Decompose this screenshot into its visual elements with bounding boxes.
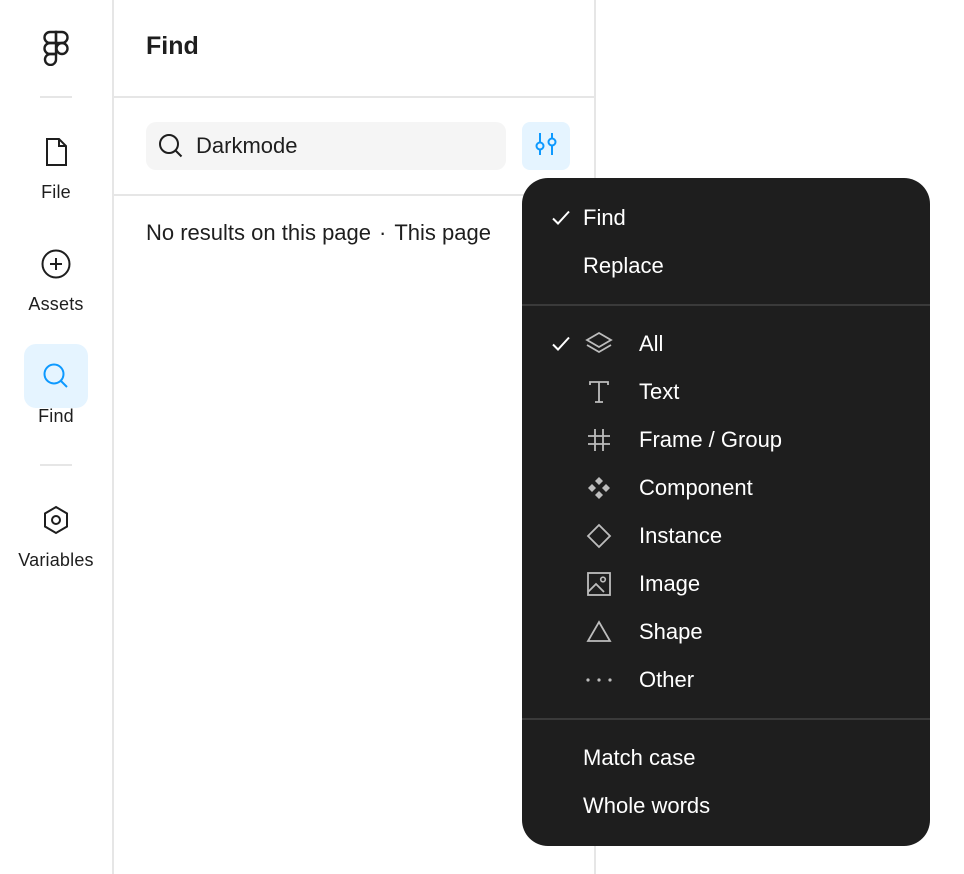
menu-item-label: Find: [583, 205, 626, 230]
menu-item-image[interactable]: Image: [522, 564, 930, 604]
rail-label-file: File: [41, 182, 71, 202]
rail-label-assets: Assets: [28, 294, 84, 314]
file-icon: [24, 120, 88, 184]
results-status: No results on this page · This page: [146, 220, 491, 246]
menu-item-find[interactable]: Find: [522, 198, 930, 238]
results-text: No results on this page: [146, 220, 372, 245]
search-input[interactable]: [194, 132, 488, 160]
menu-item-component[interactable]: Component: [522, 468, 930, 508]
rail-item-find[interactable]: Find: [0, 344, 112, 427]
menu-item-whole-words[interactable]: Whole words: [522, 786, 930, 826]
search-icon: [158, 133, 184, 159]
find-options-menu: Find Replace All Text Frame / Group Comp…: [522, 178, 930, 846]
panel-divider: [114, 194, 594, 196]
search-field[interactable]: [146, 122, 506, 170]
menu-item-label: Image: [639, 571, 701, 596]
menu-item-label: Shape: [639, 619, 703, 644]
left-rail: File Assets Find Variables: [0, 0, 114, 874]
search-icon: [24, 344, 88, 408]
menu-item-text[interactable]: Text: [522, 372, 930, 412]
rail-item-assets[interactable]: Assets: [0, 232, 112, 315]
instance-icon: [584, 521, 614, 551]
menu-item-instance[interactable]: Instance: [522, 516, 930, 556]
results-separator: ·: [379, 220, 387, 245]
rail-label-find: Find: [38, 406, 74, 426]
menu-item-label: Text: [639, 379, 680, 404]
menu-item-label: Instance: [639, 523, 723, 548]
panel-divider: [114, 96, 594, 98]
menu-item-label: All: [639, 331, 664, 356]
text-icon: [584, 377, 614, 407]
menu-item-match-case[interactable]: Match case: [522, 738, 930, 778]
rail-item-file[interactable]: File: [0, 120, 112, 203]
shape-icon: [584, 617, 614, 647]
image-icon: [584, 569, 614, 599]
menu-item-label: Match case: [583, 745, 696, 770]
rail-divider: [40, 96, 72, 98]
figma-logo-icon[interactable]: [40, 30, 72, 67]
hexagon-icon: [24, 488, 88, 552]
menu-item-all[interactable]: All: [522, 324, 930, 364]
rail-item-variables[interactable]: Variables: [0, 488, 112, 571]
menu-item-other[interactable]: Other: [522, 660, 930, 700]
menu-item-frame-group[interactable]: Frame / Group: [522, 420, 930, 460]
menu-item-shape[interactable]: Shape: [522, 612, 930, 652]
check-icon: [550, 333, 572, 355]
plus-circle-icon: [24, 232, 88, 296]
rail-label-variables: Variables: [18, 550, 94, 570]
menu-item-label: Component: [639, 475, 753, 500]
component-icon: [584, 473, 614, 503]
menu-item-replace[interactable]: Replace: [522, 246, 930, 286]
rail-divider: [40, 464, 72, 466]
sliders-icon: [533, 131, 559, 162]
menu-item-label: Frame / Group: [639, 427, 783, 452]
frame-icon: [584, 425, 614, 455]
check-icon: [550, 207, 572, 229]
menu-item-label: Other: [639, 667, 695, 692]
results-scope: This page: [394, 220, 491, 245]
panel-title: Find: [146, 32, 199, 60]
menu-divider: [522, 718, 930, 720]
menu-item-label: Replace: [583, 253, 664, 278]
menu-divider: [522, 304, 930, 306]
filter-settings-button[interactable]: [522, 122, 570, 170]
layers-icon: [584, 329, 614, 359]
menu-item-label: Whole words: [583, 793, 711, 818]
more-icon: [584, 665, 614, 695]
